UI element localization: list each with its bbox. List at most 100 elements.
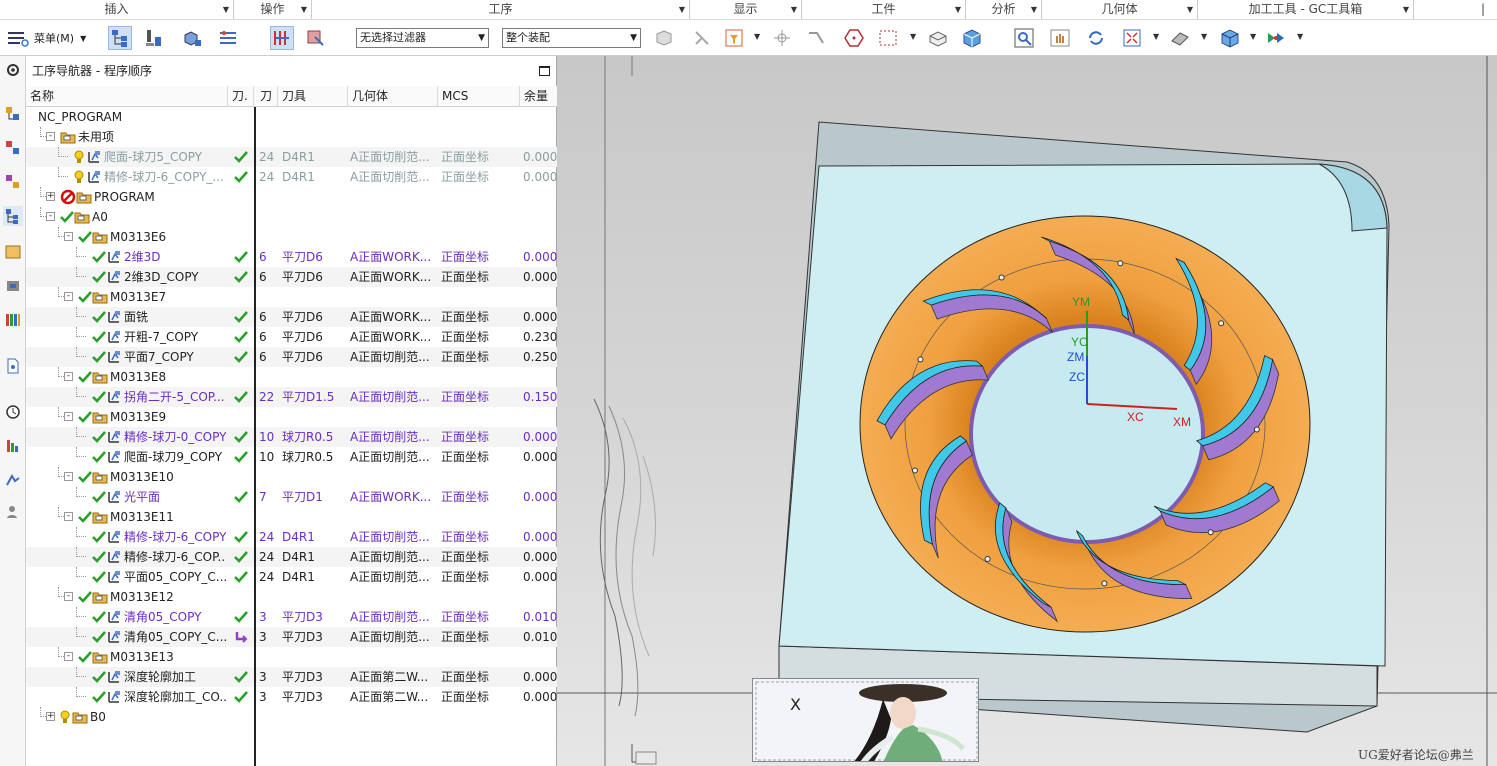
chevron-down-icon[interactable]: ▼ — [1403, 0, 1409, 19]
selection-filter-select[interactable]: 无选择过滤器 ▼ — [356, 28, 489, 48]
table-row[interactable]: 开粗-7_COPY 6 平刀D6 A正面WORK... 正面坐标 0.230 — [26, 327, 557, 347]
roles-tab[interactable] — [3, 502, 23, 522]
expand-toggle-icon[interactable]: - — [64, 412, 73, 421]
ribbon-group-workpiece[interactable]: 工件 ▼ — [802, 0, 966, 19]
ribbon-group-analysis[interactable]: 分析 ▼ — [966, 0, 1042, 19]
table-row[interactable]: 爬面-球刀9_COPY 10 球刀R0.5 A正面切削范... 正面坐标 0.000 — [26, 447, 557, 467]
edit-section-button[interactable] — [1264, 26, 1288, 50]
type-filter-button[interactable] — [722, 26, 746, 50]
reuse-library-tab[interactable] — [3, 310, 23, 330]
ribbon-group-gc-toolbox[interactable]: 加工工具 - GC工具箱 ▼ — [1198, 0, 1414, 19]
tree-group-row[interactable]: - M0313E9 — [26, 407, 557, 427]
table-row[interactable]: 面铣 6 平刀D6 A正面WORK... 正面坐标 0.000 — [26, 307, 557, 327]
method-view-button[interactable] — [216, 26, 240, 50]
chevron-down-icon[interactable]: ▼ — [791, 0, 797, 19]
graphics-viewport[interactable]: YM YC ZM ZC XC XM — [557, 56, 1497, 766]
orient-view-button[interactable] — [1218, 26, 1242, 50]
machine-tool-view-button[interactable] — [142, 26, 166, 50]
table-row[interactable]: 深度轮廓加工_CO... 3 平刀D3 A正面第二W... 正面坐标 0.000 — [26, 687, 557, 707]
tree-group-row[interactable]: - M0313E8 — [26, 367, 557, 387]
palette-tab[interactable] — [3, 436, 23, 456]
menu-button[interactable]: 菜单(M) ▼ — [6, 28, 86, 48]
tree-group-row[interactable]: - M0313E13 — [26, 647, 557, 667]
ribbon-group-process[interactable]: 工序 ▼ — [312, 0, 690, 19]
column-header-mcs[interactable]: MCS — [438, 86, 520, 107]
table-row[interactable]: 清角05_COPY 3 平刀D3 A正面切削范... 正面坐标 0.010 — [26, 607, 557, 627]
process-studio-tab[interactable] — [3, 470, 23, 490]
settings-gear-icon[interactable] — [3, 60, 23, 80]
chevron-down-icon[interactable]: ▼ — [955, 0, 961, 19]
table-row[interactable]: 深度轮廓加工 3 平刀D3 A正面第二W... 正面坐标 0.000 — [26, 667, 557, 687]
table-row[interactable]: 平面05_COPY_C... 24 D4R1 A正面切削范... 正面坐标 0.000 — [26, 567, 557, 587]
tree-group-row[interactable]: - M0313E11 — [26, 507, 557, 527]
maximize-icon[interactable] — [539, 66, 550, 76]
tree-group-row[interactable]: + B0 — [26, 707, 557, 727]
verify-toolpath-button[interactable] — [304, 26, 328, 50]
chevron-down-icon[interactable]: ▼ — [301, 0, 307, 19]
table-row[interactable]: 2维3D 6 平刀D6 A正面WORK... 正面坐标 0.000 — [26, 247, 557, 267]
column-header-name[interactable]: 名称 — [26, 86, 228, 107]
column-header-tool-status[interactable]: 刀. — [228, 86, 254, 107]
column-header-stock[interactable]: 余量 — [520, 86, 557, 107]
show-hide-button[interactable] — [842, 26, 866, 50]
tree-group-row[interactable]: - M0313E6 — [26, 227, 557, 247]
table-row[interactable]: 精修-球刀-6_COP... 24 D4R1 A正面切削范... 正面坐标 0.000 — [26, 547, 557, 567]
assembly-navigator-tab[interactable] — [3, 138, 23, 158]
tree-group-row[interactable]: NC_PROGRAM — [26, 107, 557, 127]
part-navigator-tab[interactable] — [3, 104, 23, 124]
snap-midpoint-button[interactable] — [804, 26, 828, 50]
blank-display-button[interactable] — [960, 26, 984, 50]
fit-view-button[interactable] — [1120, 26, 1144, 50]
ribbon-group-geometry[interactable]: 几何体 ▼ — [1042, 0, 1198, 19]
column-header-tool[interactable]: 刀具 — [278, 86, 348, 107]
table-row[interactable]: 精修-球刀-0_COPY 10 球刀R0.5 A正面切削范... 正面坐标 0.000 — [26, 427, 557, 447]
expand-toggle-icon[interactable]: - — [64, 292, 73, 301]
chevron-down-icon[interactable]: ▼ — [754, 32, 760, 41]
generate-toolpath-button[interactable] — [270, 26, 294, 50]
general-selection-button[interactable] — [652, 26, 676, 50]
tree-group-row[interactable]: - M0313E10 — [26, 467, 557, 487]
pan-button[interactable] — [1048, 26, 1072, 50]
close-icon[interactable]: X — [790, 695, 801, 714]
geometry-view-button[interactable] — [180, 26, 204, 50]
expand-toggle-icon[interactable]: - — [64, 512, 73, 521]
table-row[interactable]: 2维3D_COPY 6 平刀D6 A正面WORK... 正面坐标 0.000 — [26, 267, 557, 287]
chevron-down-icon[interactable]: ▼ — [910, 32, 916, 41]
expand-toggle-icon[interactable]: - — [64, 652, 73, 661]
model-canvas[interactable]: YM YC ZM ZC XC XM — [557, 56, 1497, 766]
tree-group-row[interactable]: - A0 — [26, 207, 557, 227]
chevron-down-icon[interactable]: ▼ — [679, 0, 685, 19]
table-row[interactable]: 平面7_COPY 6 平刀D6 A正面切削范... 正面坐标 0.250 — [26, 347, 557, 367]
zoom-fit-button[interactable] — [1012, 26, 1036, 50]
chevron-down-icon[interactable]: ▼ — [1201, 32, 1207, 41]
program-order-view-button[interactable] — [108, 26, 132, 50]
ribbon-group-more[interactable]: | — [1414, 0, 1497, 19]
constraint-navigator-tab[interactable] — [3, 172, 23, 192]
table-row[interactable]: 精修-球刀-6_COPY 24 D4R1 A正面切削范... 正面坐标 0.000 — [26, 527, 557, 547]
rectangle-select-button[interactable] — [876, 26, 900, 50]
table-row[interactable]: 拐角二开-5_COP... 22 平刀D1.5 A正面切削范... 正面坐标 0.150 — [26, 387, 557, 407]
tree-group-row[interactable]: - M0313E12 — [26, 587, 557, 607]
workpiece-display-button[interactable] — [926, 26, 950, 50]
chevron-down-icon[interactable]: ▼ — [1031, 0, 1037, 19]
snap-point-button[interactable] — [690, 26, 714, 50]
machine-navigator-tab[interactable] — [3, 242, 23, 262]
operation-navigator-tab[interactable] — [3, 206, 23, 226]
expand-toggle-icon[interactable]: + — [46, 192, 55, 201]
ribbon-group-display[interactable]: 显示 ▼ — [690, 0, 802, 19]
hd3d-tools-tab[interactable] — [3, 356, 23, 376]
rotate-button[interactable] — [1084, 26, 1108, 50]
chevron-down-icon[interactable]: ▼ — [1153, 32, 1159, 41]
expand-toggle-icon[interactable]: - — [64, 472, 73, 481]
render-style-button[interactable] — [1168, 26, 1192, 50]
chevron-down-icon[interactable]: ▼ — [1187, 0, 1193, 19]
expand-toggle-icon[interactable]: - — [64, 592, 73, 601]
image-popup[interactable]: X — [752, 678, 979, 762]
tree-group-row[interactable]: + PROGRAM — [26, 187, 557, 207]
chevron-down-icon[interactable]: ▼ — [1297, 32, 1303, 41]
machine-builder-tab[interactable] — [3, 276, 23, 296]
ribbon-group-operation[interactable]: 操作 ▼ — [234, 0, 312, 19]
table-row[interactable]: 爬面-球刀5_COPY 24 D4R1 A正面切削范... 正面坐标 0.000 — [26, 147, 557, 167]
tree-group-row[interactable]: - M0313E7 — [26, 287, 557, 307]
table-row[interactable]: 清角05_COPY_C... 3 平刀D3 A正面切削范... 正面坐标 0.010 — [26, 627, 557, 647]
